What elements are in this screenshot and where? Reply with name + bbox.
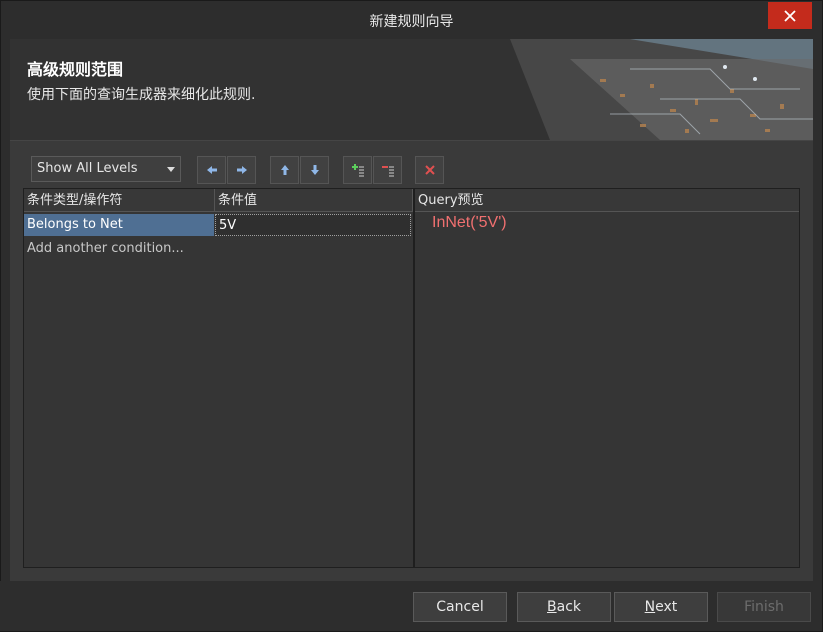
move-left-button[interactable] — [197, 156, 226, 184]
back-button[interactable]: Back — [517, 592, 611, 622]
pcb-banner-image — [510, 39, 813, 140]
add-condition-link[interactable]: Add another condition... — [24, 238, 274, 260]
levels-select-value: Show All Levels — [37, 161, 138, 176]
add-condition-button[interactable] — [343, 156, 372, 184]
column-header-type[interactable]: 条件类型/操作符 — [24, 189, 215, 212]
delete-button[interactable] — [415, 156, 444, 184]
title-bar[interactable]: 新建规则向导 — [1, 1, 822, 38]
remove-condition-button[interactable] — [373, 156, 402, 184]
arrow-right-icon — [236, 166, 247, 174]
condition-value-cell[interactable]: 5V — [215, 214, 411, 236]
column-header-value[interactable]: 条件值 — [215, 189, 413, 212]
close-button[interactable] — [768, 2, 812, 29]
next-label: ext — [655, 599, 678, 615]
move-up-button[interactable] — [270, 156, 299, 184]
window-title: 新建规则向导 — [369, 14, 454, 30]
query-preview-header: Query预览 — [415, 189, 799, 212]
close-icon — [784, 9, 796, 22]
arrow-left-icon — [206, 166, 217, 174]
delete-icon — [424, 165, 435, 175]
arrow-down-icon — [310, 165, 319, 175]
page-heading: 高级规则范围 — [27, 60, 124, 79]
add-condition-icon — [351, 164, 364, 177]
wizard-footer: Cancel Back Next Finish — [0, 581, 821, 631]
query-preview-panel: Query预览 InNet('5V') — [414, 188, 800, 568]
query-preview-text: InNet('5V') — [432, 214, 507, 231]
move-right-button[interactable] — [227, 156, 256, 184]
back-mnemonic: B — [547, 599, 557, 615]
condition-grid: 条件类型/操作符 条件值 Belongs to Net 5V Add anoth… — [23, 188, 414, 568]
condition-type-cell[interactable]: Belongs to Net — [24, 214, 214, 236]
page-subtitle: 使用下面的查询生成器来细化此规则. — [27, 87, 256, 103]
cancel-button[interactable]: Cancel — [413, 592, 507, 622]
levels-select[interactable]: Show All Levels — [31, 156, 181, 182]
next-button[interactable]: Next — [614, 592, 708, 622]
arrow-up-icon — [280, 165, 289, 175]
header-banner: 高级规则范围 使用下面的查询生成器来细化此规则. — [10, 39, 813, 140]
finish-button[interactable]: Finish — [717, 592, 811, 622]
remove-condition-icon — [381, 166, 394, 177]
back-label: ack — [556, 599, 581, 615]
move-down-button[interactable] — [300, 156, 329, 184]
chevron-down-icon — [167, 167, 175, 172]
next-mnemonic: N — [644, 599, 656, 615]
